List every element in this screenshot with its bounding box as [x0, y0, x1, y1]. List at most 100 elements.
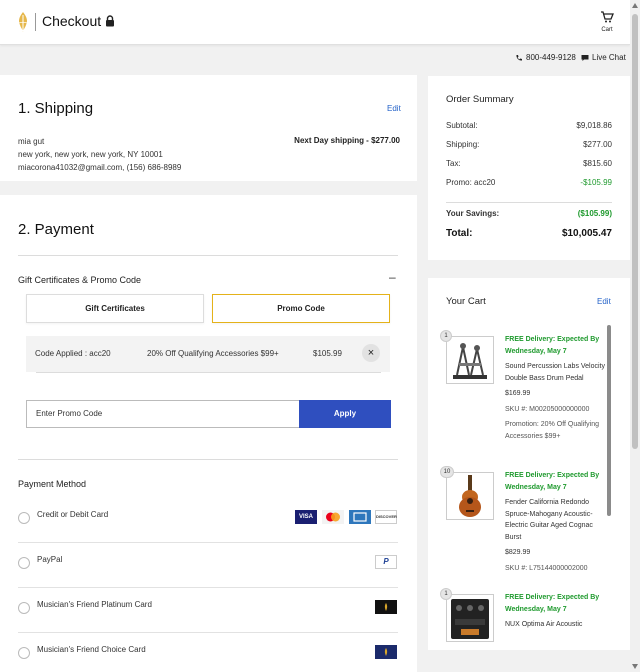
shipping-method: Next Day shipping - $277.00 [294, 136, 400, 145]
cart-scrollbar[interactable] [607, 325, 611, 516]
summary-row-shipping: Shipping: $277.00 [446, 140, 612, 149]
applied-code: Code Applied : acc20 [35, 349, 111, 358]
product-image[interactable] [446, 336, 494, 384]
divider [36, 372, 381, 373]
payment-option-label: Credit or Debit Card [37, 510, 109, 519]
discover-logo: DISCOVER [375, 510, 397, 524]
cart-label: Cart [601, 27, 613, 33]
scroll-down-icon[interactable] [632, 664, 638, 669]
tab-gift-certificates[interactable]: Gift Certificates [26, 294, 204, 323]
payment-section: 2. Payment Gift Certificates & Promo Cod… [0, 195, 417, 672]
shipping-name: mia gut [18, 137, 45, 146]
quantity-badge: 10 [440, 466, 454, 478]
page-scrollbar-thumb[interactable] [632, 14, 638, 449]
item-details: FREE Delivery: Expected By Wednesday, Ma… [505, 592, 609, 631]
product-name[interactable]: NUX Optima Air Acoustic [505, 619, 609, 631]
payment-option-label: PayPal [37, 555, 63, 564]
amex-logo [349, 510, 371, 524]
your-cart-heading: Your Cart [446, 296, 486, 307]
checkout-header: Checkout Cart [0, 0, 630, 45]
payment-method-heading: Payment Method [18, 479, 87, 489]
summary-label: Subtotal: [446, 121, 478, 130]
phone-link[interactable]: 800-449-9128 [515, 53, 576, 62]
summary-row-savings: Your Savings: ($105.99) [446, 209, 612, 218]
summary-value: $277.00 [583, 140, 612, 149]
phone-icon [516, 54, 522, 61]
paypal-logo: P [375, 555, 397, 569]
gift-promo-heading: Gift Certificates & Promo Code [18, 275, 142, 285]
summary-row-total: Total: $10,005.47 [446, 228, 612, 239]
product-promotion: Promotion: 20% Off Qualifying Accessorie… [505, 421, 600, 440]
summary-label: Shipping: [446, 140, 480, 149]
payment-option-choice[interactable]: Musician's Friend Choice Card [18, 633, 398, 672]
cart-button[interactable]: Cart [597, 10, 617, 40]
total-value: $10,005.47 [561, 228, 612, 239]
savings-label: Your Savings: [446, 209, 500, 218]
product-sku: SKU #: L75144000002000 [505, 564, 588, 572]
payment-option-paypal[interactable]: PayPal P [18, 543, 398, 588]
product-name[interactable]: Fender California Redondo Spruce-Mahogan… [505, 497, 609, 543]
shipping-heading: 1. Shipping [18, 100, 94, 117]
delivery-estimate: FREE Delivery: Expected By Wednesday, Ma… [505, 336, 600, 355]
applied-description: 20% Off Qualifying Accessories $99+ [147, 349, 279, 358]
summary-row-subtotal: Subtotal: $9,018.86 [446, 121, 612, 130]
delivery-estimate: FREE Delivery: Expected By Wednesday, Ma… [505, 594, 600, 613]
effects-pedal-image [451, 599, 489, 639]
payment-heading: 2. Payment [18, 221, 94, 238]
drum-pedal-image [453, 343, 487, 379]
total-label: Total: [446, 228, 473, 239]
product-image[interactable] [446, 594, 494, 642]
mastercard-logo [322, 510, 344, 524]
checkout-page: Checkout Cart 800-449-9128 Live Chat 1. … [0, 0, 640, 672]
summary-value: $815.60 [583, 159, 612, 168]
product-name[interactable]: Sound Percussion Labs Velocity Double Ba… [505, 361, 609, 384]
shipping-edit-link[interactable]: Edit [387, 104, 401, 113]
cart-icon [601, 11, 614, 23]
summary-label: Tax: [446, 159, 461, 168]
platinum-card-icon [375, 600, 397, 614]
product-image[interactable] [446, 472, 494, 520]
item-details: FREE Delivery: Expected By Wednesday, Ma… [505, 334, 609, 442]
choice-card-icon [375, 645, 397, 659]
shipping-address: mia gut new york, new york, new york, NY… [18, 135, 181, 174]
payment-option-platinum[interactable]: Musician's Friend Platinum Card [18, 588, 398, 633]
summary-row-promo: Promo: acc20 -$105.99 [446, 178, 612, 187]
apply-promo-button[interactable]: Apply [299, 400, 391, 428]
summary-value: $9,018.86 [576, 121, 612, 130]
savings-value: ($105.99) [577, 209, 612, 218]
radio-platinum[interactable] [18, 602, 30, 614]
applied-promo: Code Applied : acc20 20% Off Qualifying … [26, 336, 390, 372]
shipping-section: 1. Shipping Edit mia gut new york, new y… [0, 75, 417, 181]
page-title: Checkout [42, 13, 102, 29]
live-chat-link[interactable]: Live Chat [581, 53, 626, 62]
divider [446, 202, 612, 203]
divider [18, 459, 398, 460]
live-chat-label: Live Chat [592, 53, 626, 62]
header-divider [35, 13, 36, 31]
tab-promo-code[interactable]: Promo Code [212, 294, 390, 323]
promo-code-input[interactable]: Enter Promo Code [26, 400, 300, 428]
radio-card[interactable] [18, 512, 30, 524]
cart-edit-link[interactable]: Edit [597, 297, 611, 306]
chat-icon [581, 54, 589, 61]
summary-label: Promo: acc20 [446, 178, 496, 187]
order-summary: Order Summary Subtotal: $9,018.86 Shippi… [428, 76, 630, 260]
radio-choice[interactable] [18, 647, 30, 659]
remove-promo-button[interactable]: × [362, 344, 380, 362]
item-details: FREE Delivery: Expected By Wednesday, Ma… [505, 470, 609, 574]
phone-number: 800-449-9128 [526, 53, 576, 62]
scroll-up-icon[interactable] [632, 3, 638, 8]
radio-paypal[interactable] [18, 557, 30, 569]
payment-option-card[interactable]: Credit or Debit Card VISA DISCOVER [18, 498, 398, 543]
brand-logo[interactable] [16, 11, 30, 33]
product-price: $169.99 [505, 390, 531, 397]
collapse-toggle[interactable]: – [389, 270, 396, 284]
summary-row-tax: Tax: $815.60 [446, 159, 612, 168]
quantity-badge: 1 [440, 330, 452, 342]
product-price: $829.99 [505, 549, 531, 556]
product-sku: SKU #: M00205000000000 [505, 405, 590, 413]
divider [18, 255, 398, 256]
applied-amount: $105.99 [313, 349, 342, 358]
payment-option-label: Musician's Friend Platinum Card [37, 600, 152, 609]
your-cart: Your Cart Edit 1 FREE Delivery: Expected… [428, 278, 630, 650]
